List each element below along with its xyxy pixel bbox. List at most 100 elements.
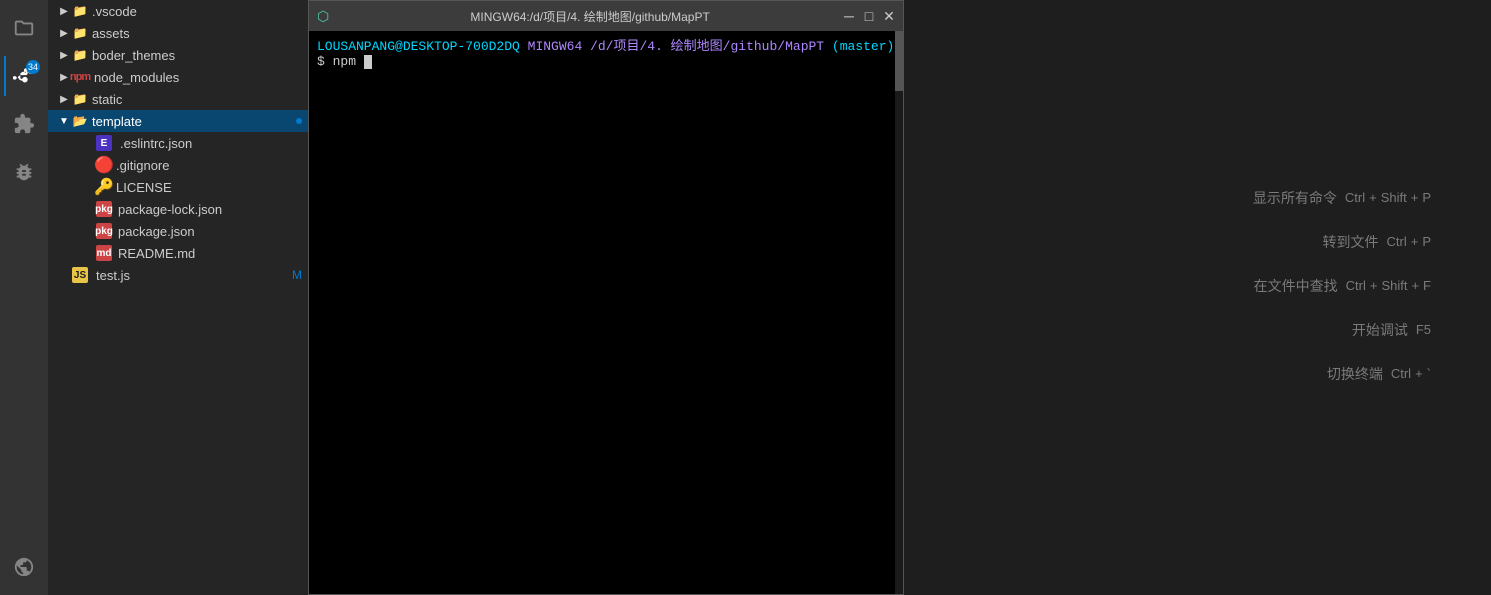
terminal-user: LOUSANPANG@DESKTOP-700D2DQ xyxy=(317,39,520,54)
terminal-cursor xyxy=(364,55,372,69)
close-button[interactable]: ✕ xyxy=(883,10,895,22)
sidebar-item-label: static xyxy=(92,92,308,107)
terminal-cmd: npm xyxy=(333,54,356,69)
npm-folder-icon: npm xyxy=(72,69,88,85)
shortcut-row-toggle-terminal: 切换终端 Ctrl + ` xyxy=(1283,364,1431,384)
sidebar-item-label: test.js xyxy=(96,268,292,283)
key-plus: + xyxy=(1411,234,1419,249)
key-plus: + xyxy=(1369,190,1377,205)
folder-icon: 📁 xyxy=(72,3,88,19)
sidebar-item-label: .vscode xyxy=(92,4,308,19)
terminal-titlebar: ⬡ MINGW64:/d/项目/4. 绘制地图/github/MapPT ─ □… xyxy=(309,1,903,31)
source-control-icon[interactable]: 34 xyxy=(4,56,44,96)
collapse-arrow: ▶ xyxy=(56,3,72,19)
sidebar-item-label: package-lock.json xyxy=(118,202,308,217)
no-arrow xyxy=(80,135,96,151)
sidebar-item-testjs[interactable]: JS test.js M xyxy=(48,264,308,286)
extensions-icon[interactable] xyxy=(4,104,44,144)
sidebar-item-label: .eslintrc.json xyxy=(120,136,308,151)
folder-icon: 📁 xyxy=(72,91,88,107)
eslint-icon: E xyxy=(96,135,112,151)
license-icon: 🔑 xyxy=(96,179,112,195)
collapse-arrow: ▼ xyxy=(56,113,72,129)
terminal-title-text: MINGW64:/d/项目/4. 绘制地图/github/MapPT xyxy=(337,8,843,25)
folder-icon: 📁 xyxy=(72,47,88,63)
git-icon: 🔴 xyxy=(96,157,112,173)
shortcut-keys: Ctrl + Shift + F xyxy=(1346,278,1431,293)
terminal-path: MINGW64 /d/项目/4. 绘制地图/github/MapPT xyxy=(528,39,824,54)
terminal-body[interactable]: LOUSANPANG@DESKTOP-700D2DQ MINGW64 /d/项目… xyxy=(309,31,903,594)
modified-dot xyxy=(296,118,302,124)
terminal-prompt-line: LOUSANPANG@DESKTOP-700D2DQ MINGW64 /d/项目… xyxy=(317,35,895,54)
sidebar-item-label: package.json xyxy=(118,224,308,239)
no-arrow xyxy=(56,267,72,283)
sidebar-item-label: node_modules xyxy=(94,70,308,85)
shortcut-row-all-commands: 显示所有命令 Ctrl + Shift + P xyxy=(1237,188,1431,208)
maximize-button[interactable]: □ xyxy=(863,10,875,22)
package-icon: pkg xyxy=(96,223,112,239)
remote-icon[interactable] xyxy=(4,547,44,587)
terminal-cmd-line: $ npm xyxy=(317,54,895,69)
modified-indicator: M xyxy=(292,268,302,282)
sidebar-item-package-json[interactable]: pkg package.json xyxy=(48,220,308,242)
terminal-title-icon: ⬡ xyxy=(317,8,329,25)
shortcut-label: 开始调试 xyxy=(1308,320,1408,340)
sidebar-item-vscode[interactable]: ▶ 📁 .vscode xyxy=(48,0,308,22)
shortcut-keys: Ctrl + ` xyxy=(1391,366,1431,381)
sidebar-item-eslintrc[interactable]: E .eslintrc.json xyxy=(48,132,308,154)
key-p: P xyxy=(1422,190,1431,205)
sidebar-item-label: .gitignore xyxy=(116,158,308,173)
sidebar-item-static[interactable]: ▶ 📁 static xyxy=(48,88,308,110)
terminal-scrollbar[interactable] xyxy=(895,31,903,594)
sidebar-item-label: template xyxy=(92,114,296,129)
key-ctrl: Ctrl xyxy=(1345,190,1365,205)
shortcut-row-start-debug: 开始调试 F5 xyxy=(1308,320,1431,340)
js-icon: JS xyxy=(72,267,88,283)
terminal-window[interactable]: ⬡ MINGW64:/d/项目/4. 绘制地图/github/MapPT ─ □… xyxy=(308,0,904,595)
sidebar-item-boder-themes[interactable]: ▶ 📁 boder_themes xyxy=(48,44,308,66)
key-ctrl: Ctrl xyxy=(1387,234,1407,249)
sidebar-item-label: LICENSE xyxy=(116,180,308,195)
source-control-badge: 34 xyxy=(26,60,40,74)
shortcut-keys: Ctrl + Shift + P xyxy=(1345,190,1431,205)
terminal-scrollbar-thumb xyxy=(895,31,903,91)
sidebar-item-node-modules[interactable]: ▶ npm node_modules xyxy=(48,66,308,88)
shortcut-label: 在文件中查找 xyxy=(1238,276,1338,296)
sidebar-item-package-lock[interactable]: pkg package-lock.json xyxy=(48,198,308,220)
key-ctrl: Ctrl xyxy=(1346,278,1366,293)
key-shift: Shift xyxy=(1381,278,1407,293)
sidebar-item-license[interactable]: 🔑 LICENSE xyxy=(48,176,308,198)
collapse-arrow: ▶ xyxy=(56,91,72,107)
no-arrow xyxy=(80,223,96,239)
collapse-arrow: ▶ xyxy=(56,25,72,41)
no-arrow xyxy=(80,245,96,261)
explorer-icon[interactable] xyxy=(4,8,44,48)
sidebar-item-label: boder_themes xyxy=(92,48,308,63)
readme-icon: md xyxy=(96,245,112,261)
terminal-controls: ─ □ ✕ xyxy=(843,10,895,22)
sidebar-item-template[interactable]: ▼ 📂 template xyxy=(48,110,308,132)
sidebar-item-readme[interactable]: md README.md xyxy=(48,242,308,264)
sidebar-item-label: README.md xyxy=(118,246,308,261)
sidebar-item-label: assets xyxy=(92,26,308,41)
key-ctrl: Ctrl xyxy=(1391,366,1411,381)
shortcut-label: 切换终端 xyxy=(1283,364,1383,384)
key-p: P xyxy=(1422,234,1431,249)
terminal-dollar: $ xyxy=(317,54,333,69)
activity-bar-bottom xyxy=(4,547,44,595)
key-f: F xyxy=(1423,278,1431,293)
sidebar: ▶ 📁 .vscode ▶ 📁 assets ▶ 📁 boder_themes … xyxy=(48,0,308,595)
key-shift: Shift xyxy=(1381,190,1407,205)
shortcut-row-find-in-files: 在文件中查找 Ctrl + Shift + F xyxy=(1238,276,1431,296)
sidebar-item-assets[interactable]: ▶ 📁 assets xyxy=(48,22,308,44)
minimize-button[interactable]: ─ xyxy=(843,10,855,22)
key-plus2: + xyxy=(1411,278,1419,293)
main-content: ⬡ MINGW64:/d/项目/4. 绘制地图/github/MapPT ─ □… xyxy=(308,0,1491,595)
debug-icon[interactable] xyxy=(4,152,44,192)
folder-open-icon: 📂 xyxy=(72,113,88,129)
lock-icon: pkg xyxy=(96,201,112,217)
no-arrow xyxy=(80,201,96,217)
sidebar-item-gitignore[interactable]: 🔴 .gitignore xyxy=(48,154,308,176)
key-f5: F5 xyxy=(1416,322,1431,337)
key-plus: + xyxy=(1415,366,1423,381)
